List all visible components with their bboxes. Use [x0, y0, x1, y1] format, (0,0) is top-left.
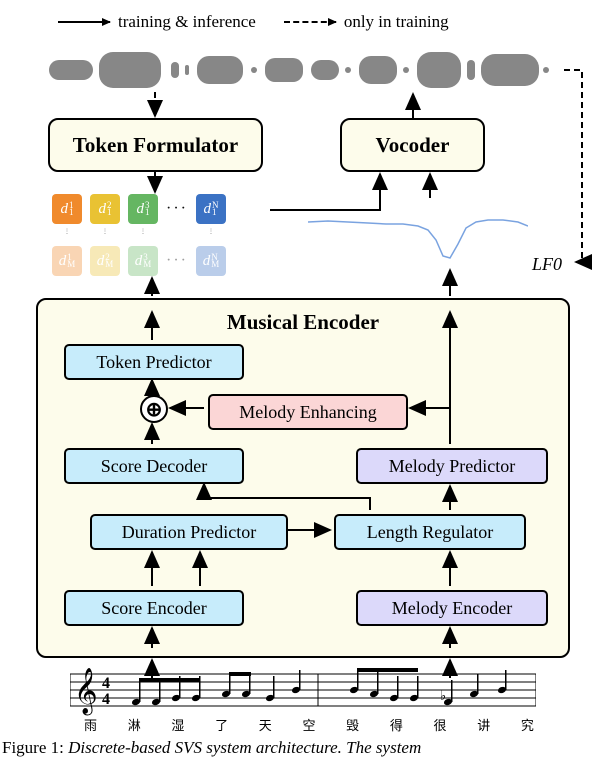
caption-title: Discrete-based SVS system architecture. … [68, 738, 421, 757]
lyric-char: 讲 [477, 715, 490, 734]
score-decoder-box: Score Decoder [64, 448, 244, 484]
vocoder-label: Vocoder [376, 133, 450, 158]
legend-left-label: training & inference [118, 12, 256, 32]
lyric-char: 毁 [346, 715, 359, 734]
lyric-char: 雨 [84, 715, 97, 734]
svg-text:4: 4 [102, 675, 110, 692]
lyrics-row: 雨淋湿了天空毁得很讲究 [84, 715, 534, 734]
musical-encoder-title: Musical Encoder [38, 310, 568, 335]
lyric-char: 空 [302, 715, 315, 734]
lf0-plot [308, 200, 528, 266]
legend-dashed: only in training [284, 12, 449, 32]
figure-canvas: training & inference only in training [0, 0, 604, 762]
solid-arrow-icon [58, 21, 110, 23]
vocoder-block: Vocoder [340, 118, 485, 172]
duration-predictor-box: Duration Predictor [90, 514, 288, 550]
legend-right-label: only in training [344, 12, 449, 32]
melody-predictor-box: Melody Predictor [356, 448, 548, 484]
svg-text:𝄞: 𝄞 [74, 668, 98, 716]
figure-caption: Figure 1: Discrete-based SVS system arch… [0, 738, 604, 762]
lf0-label: LF0 [532, 254, 562, 275]
score-decoder-label: Score Decoder [101, 456, 207, 477]
svg-text:♭: ♭ [440, 688, 446, 703]
melody-enhancing-label: Melody Enhancing [239, 402, 376, 423]
score-encoder-box: Score Encoder [64, 590, 244, 626]
melody-encoder-label: Melody Encoder [392, 598, 512, 619]
lyric-char: 很 [434, 715, 447, 734]
legend: training & inference only in training [58, 12, 574, 32]
lyric-char: 得 [390, 715, 403, 734]
token-formulator-block: Token Formulator [48, 118, 263, 172]
lyric-char: 湿 [171, 715, 184, 734]
lyric-char: 了 [215, 715, 228, 734]
melody-enhancing-box: Melody Enhancing [208, 394, 408, 430]
discrete-tokens: d11 ⋮ d1M d21 ⋮ d2M d31 ⋮ d3M ··· ··· dN… [52, 194, 226, 276]
token-predictor-label: Token Predictor [96, 352, 211, 373]
combine-icon: ⊕ [140, 395, 168, 423]
melody-encoder-box: Melody Encoder [356, 590, 548, 626]
lyric-char: 淋 [128, 715, 141, 734]
length-regulator-label: Length Regulator [367, 522, 493, 543]
lyric-char: 天 [259, 715, 272, 734]
dashed-arrow-icon [284, 21, 336, 23]
duration-predictor-label: Duration Predictor [122, 522, 256, 543]
musical-encoder-block: Musical Encoder Token Predictor ⊕ Melody… [36, 298, 570, 658]
caption-fignum: Figure 1: [2, 738, 68, 757]
lyric-char: 究 [521, 715, 534, 734]
music-score-icon: 𝄞 4 4 [70, 656, 536, 716]
token-formulator-label: Token Formulator [73, 133, 238, 158]
svg-text:4: 4 [102, 691, 110, 708]
length-regulator-box: Length Regulator [334, 514, 526, 550]
melody-predictor-label: Melody Predictor [389, 456, 515, 477]
score-encoder-label: Score Encoder [101, 598, 206, 619]
legend-solid: training & inference [58, 12, 256, 32]
token-predictor-box: Token Predictor [64, 344, 244, 380]
waveform-icon [38, 44, 564, 96]
